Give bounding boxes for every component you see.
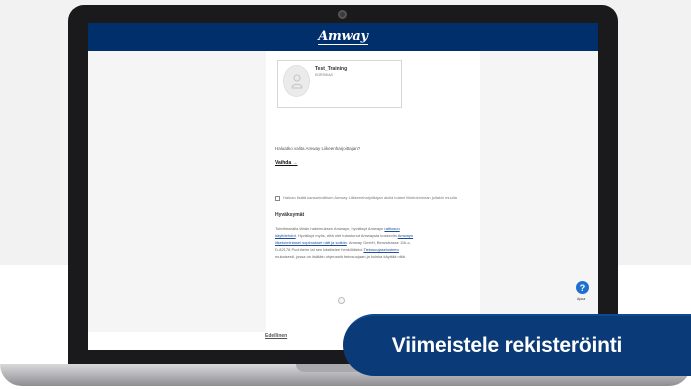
loading-indicator xyxy=(338,297,345,304)
privacy-notice-link[interactable]: Tietosuojaselosteen xyxy=(363,247,398,252)
avatar xyxy=(283,65,310,97)
change-sponsor-link[interactable]: Vaihda → xyxy=(275,160,298,166)
change-sponsor-question: Haluatko valita Amway Liikeenharjoittaja… xyxy=(275,146,361,151)
terms-text-3: Amwaysta koskeviin xyxy=(360,233,397,238)
terms-text-2: . Hyväksyt myös, että olet tutustunut xyxy=(295,233,360,238)
sponsor-info-box: Test_Training KORSIKAS xyxy=(277,60,402,108)
terms-title: Hyväksymät xyxy=(275,212,305,218)
back-button[interactable]: Edellinen xyxy=(265,333,287,339)
help-label: Apua xyxy=(577,297,586,301)
sponsor-country: KORSIKAS xyxy=(315,73,333,77)
laptop-screen: Amway Test_Training KORSIKAS Haluatko va… xyxy=(88,23,598,350)
amway-logo[interactable]: Amway xyxy=(318,30,368,45)
app-header: Amway xyxy=(88,23,598,51)
terms-text: Toimittamalla lähän hakemuksen Amwayn, h… xyxy=(275,225,415,260)
terms-text-1: Toimittamalla lähän hakemuksen Amwayn, h… xyxy=(275,226,384,231)
sponsor-card: Test_Training KORSIKAS Haluatko valita A… xyxy=(266,51,480,213)
finish-registration-button[interactable]: Viimeistele rekisteröinti xyxy=(343,314,691,376)
sponsor-name: Test_Training xyxy=(315,66,348,72)
terms-text-5: mukaisesti, jossa on lisätäin ohjeusstä … xyxy=(275,254,406,259)
help-button[interactable]: ? xyxy=(576,281,589,294)
help-icon: ? xyxy=(579,282,586,293)
user-icon xyxy=(290,74,303,89)
camera-icon xyxy=(338,10,347,19)
terms-card: Hyväksymät Toimittamalla lähän hakemukse… xyxy=(266,201,480,332)
finish-registration-label: Viimeistele rekisteröinti xyxy=(391,334,623,357)
